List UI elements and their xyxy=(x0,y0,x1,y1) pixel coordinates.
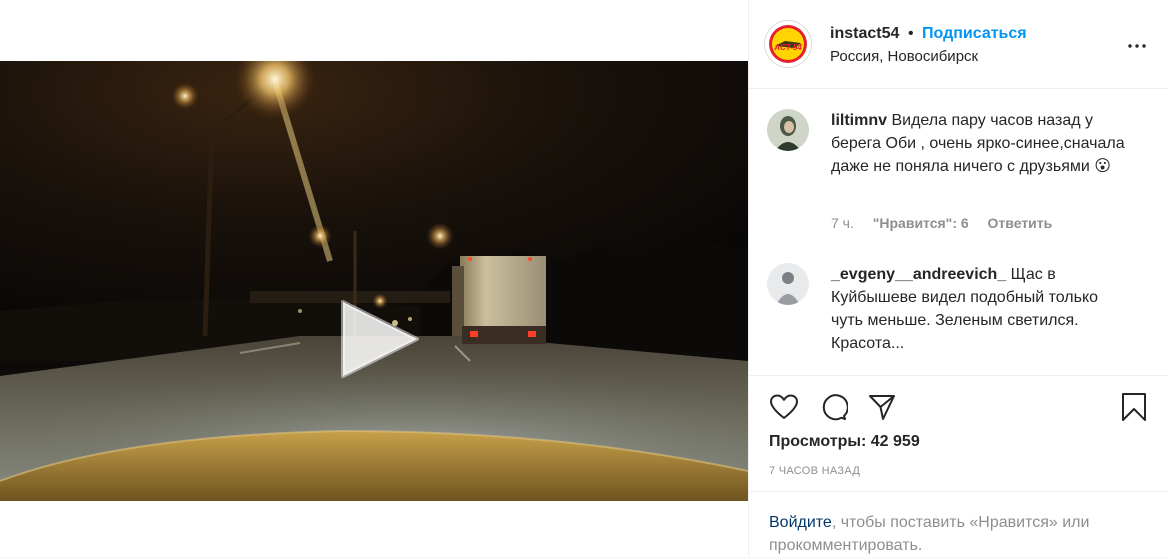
commenter-avatar[interactable] xyxy=(767,109,809,151)
logo-text: ACT-54 xyxy=(773,43,802,52)
comment-likes[interactable]: "Нравится": 6 xyxy=(873,215,969,231)
instagram-post: ACT-54 instact54 • Подписаться Россия, Н… xyxy=(0,0,1169,557)
comment-body: liltimnv Видела пару часов назад у берег… xyxy=(831,109,1131,178)
comment-username[interactable]: _evgeny__andreevich_ xyxy=(831,266,1006,283)
account-username[interactable]: instact54 xyxy=(830,25,899,43)
comment-username[interactable]: liltimnv xyxy=(831,112,887,129)
post-timestamp[interactable]: 7 ЧАСОВ НАЗАД xyxy=(769,465,860,477)
video-player[interactable] xyxy=(0,61,748,501)
login-prompt: Войдите, чтобы поставить «Нравится» или … xyxy=(749,491,1169,559)
reply-button[interactable]: Ответить xyxy=(988,215,1053,231)
account-avatar[interactable]: ACT-54 xyxy=(765,21,811,67)
avatar-photo xyxy=(767,263,809,305)
post-actions: Просмотры: 42 959 7 ЧАСОВ НАЗАД Войдите,… xyxy=(749,375,1169,558)
bookmark-icon[interactable] xyxy=(1119,392,1149,422)
avatar-photo xyxy=(767,109,809,151)
commenter-avatar[interactable] xyxy=(767,263,809,305)
post-location[interactable]: Россия, Новосибирск xyxy=(830,48,978,65)
play-icon xyxy=(341,300,419,378)
heart-icon[interactable] xyxy=(769,392,799,422)
video-frame xyxy=(0,61,748,501)
comments-list: liltimnv Видела пару часов назад у берег… xyxy=(749,89,1169,375)
comment-time[interactable]: 7 ч. xyxy=(831,215,854,231)
header-separator: • xyxy=(908,25,914,42)
act54-logo: ACT-54 xyxy=(766,22,810,66)
more-horizontal-icon[interactable] xyxy=(1125,34,1149,58)
post-side-panel: ACT-54 instact54 • Подписаться Россия, Н… xyxy=(749,0,1169,557)
follow-button[interactable]: Подписаться xyxy=(922,25,1027,43)
share-icon[interactable] xyxy=(867,392,897,422)
comment-icon[interactable] xyxy=(818,392,848,422)
views-count[interactable]: Просмотры: 42 959 xyxy=(769,433,920,451)
post-header: ACT-54 instact54 • Подписаться Россия, Н… xyxy=(749,0,1169,89)
login-link[interactable]: Войдите xyxy=(769,514,832,531)
media-area xyxy=(0,0,748,557)
comment-meta: 7 ч. "Нравится": 6 Ответить xyxy=(831,215,1067,231)
login-text: Войдите, чтобы поставить «Нравится» или … xyxy=(769,511,1149,557)
play-button[interactable] xyxy=(337,296,423,382)
comment-body: _evgeny__andreevich_ Щас в Куйбышеве вид… xyxy=(831,263,1131,355)
